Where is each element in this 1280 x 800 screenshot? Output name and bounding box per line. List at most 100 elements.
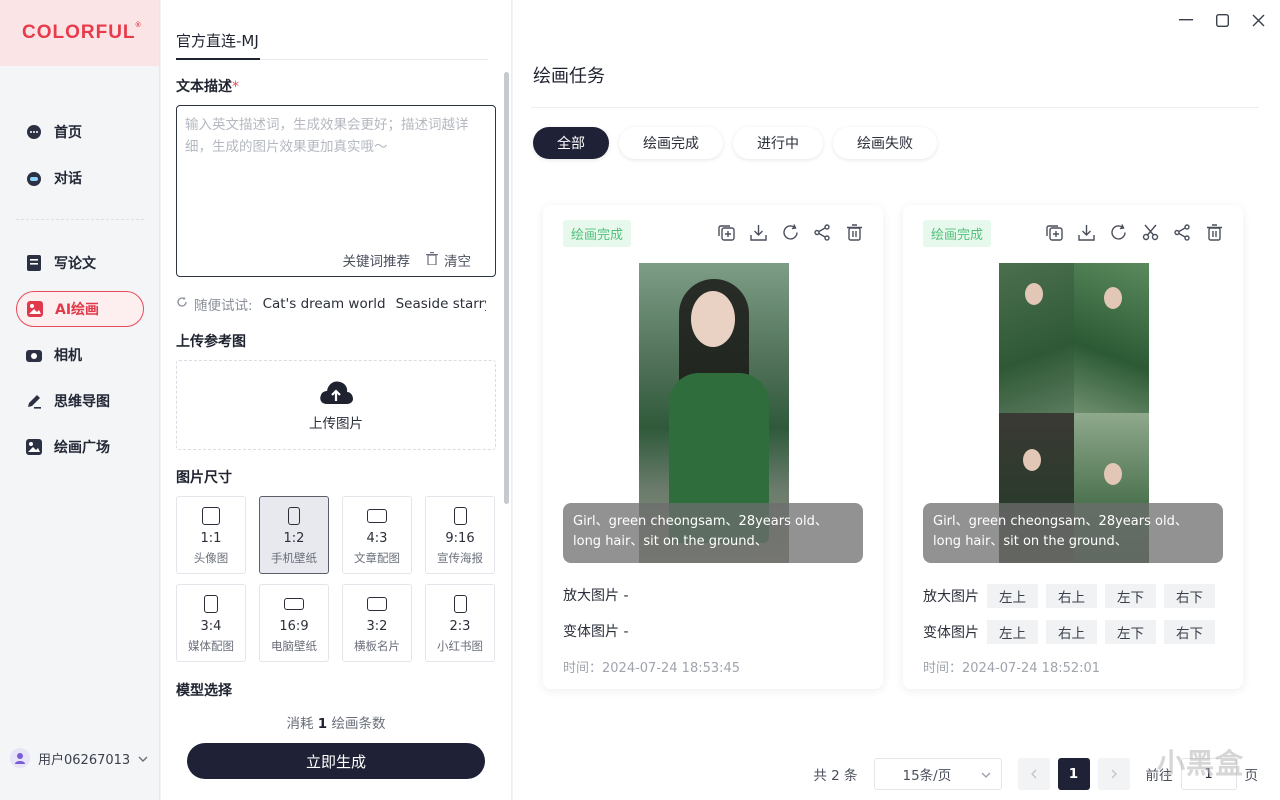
size-option-1-1[interactable]: 1:1 头像图	[176, 496, 246, 574]
task-card: 绘画完成 Girl、green cheongsam、28years old、lo…	[543, 205, 883, 689]
task-panel: 绘画任务 全部 绘画完成 进行中 绘画失败 绘画完成 Girl、green ch…	[513, 0, 1280, 800]
trash-icon[interactable]	[1205, 223, 1223, 241]
title-divider	[531, 107, 1259, 108]
filter-failed[interactable]: 绘画失败	[833, 127, 937, 159]
variant-bottom-left-button[interactable]: 左下	[1105, 620, 1156, 644]
nav-label: 相机	[54, 348, 82, 364]
landscape-shape-icon	[367, 509, 387, 523]
prev-page-button[interactable]	[1017, 758, 1050, 790]
size-option-16-9[interactable]: 16:9 电脑壁纸	[259, 584, 329, 662]
nav-label: 对话	[54, 171, 82, 187]
sidebar: COLORFUL® 首页 对话 写论文 AI绘画 相机 思维导图 绘画广场 用户…	[0, 0, 160, 800]
tab-official-mj[interactable]: 官方直连-MJ	[176, 30, 259, 51]
variant-bottom-right-button[interactable]: 右下	[1164, 620, 1215, 644]
portrait-shape-icon	[453, 507, 467, 525]
copy-icon[interactable]	[1045, 223, 1063, 241]
share-icon[interactable]	[813, 223, 831, 241]
drawing-form: 官方直连-MJ 文本描述* 输入英文描述词，生成效果会更好；描述词越详细，生成的…	[161, 0, 512, 800]
try-chip[interactable]: Cat's dream world	[263, 296, 386, 312]
variant-top-right-button[interactable]: 右上	[1046, 620, 1097, 644]
nav-label: 思维导图	[54, 394, 110, 410]
upload-text: 上传图片	[309, 416, 363, 432]
nav-item-ai-drawing[interactable]: AI绘画	[16, 291, 144, 327]
filter-in-progress[interactable]: 进行中	[733, 127, 823, 159]
tab-rule	[260, 59, 488, 60]
nav-item-paper[interactable]: 写论文	[16, 245, 144, 281]
variant-row: 变体图片 -	[563, 624, 629, 640]
robot-icon	[26, 170, 42, 186]
chevron-down-icon	[138, 751, 148, 766]
landscape-shape-icon	[367, 597, 387, 611]
filter-completed[interactable]: 绘画完成	[619, 127, 723, 159]
size-option-2-3[interactable]: 2:3 小红书图	[425, 584, 495, 662]
next-page-button[interactable]	[1097, 758, 1130, 790]
nav-item-chat[interactable]: 对话	[16, 160, 144, 196]
nav-item-gallery[interactable]: 绘画广场	[16, 429, 144, 465]
page-number-current[interactable]: 1	[1057, 758, 1090, 790]
total-count: 共 2 条	[813, 768, 858, 784]
brand-logo[interactable]: COLORFUL®	[22, 22, 142, 44]
status-filter-tabs: 全部 绘画完成 进行中 绘画失败	[533, 127, 937, 159]
prompt-caption: Girl、green cheongsam、28years old、long ha…	[923, 503, 1223, 563]
nav-item-camera[interactable]: 相机	[16, 337, 144, 373]
clear-button[interactable]: 清空	[426, 250, 471, 270]
trash-icon	[426, 251, 438, 269]
generate-button[interactable]: 立即生成	[187, 743, 485, 779]
upload-dropzone[interactable]: 上传图片	[176, 360, 496, 450]
cloud-upload-icon	[320, 381, 353, 404]
minimize-icon[interactable]	[1178, 12, 1194, 28]
copy-icon[interactable]	[717, 223, 735, 241]
size-option-3-2[interactable]: 3:2 横板名片	[342, 584, 412, 662]
refresh-icon[interactable]	[176, 296, 188, 312]
size-option-4-3[interactable]: 4:3 文章配图	[342, 496, 412, 574]
upscale-bottom-right-button[interactable]: 右下	[1164, 584, 1215, 608]
size-option-1-2[interactable]: 1:2 手机壁纸	[259, 496, 329, 574]
user-menu[interactable]: 用户06267013	[10, 748, 148, 768]
prompt-placeholder: 输入英文描述词，生成效果会更好；描述词越详细，生成的图片效果更加真实哦～	[185, 117, 469, 155]
refresh-icon[interactable]	[1109, 223, 1127, 241]
nav-label: 绘画广场	[54, 440, 110, 456]
size-label: 图片尺寸	[176, 470, 232, 486]
size-grid: 1:1 头像图 1:2 手机壁纸 4:3 文章配图 9:16 宣传海报 3:4 媒体配图 …	[176, 496, 498, 662]
status-badge: 绘画完成	[923, 220, 992, 247]
upscale-top-left-button[interactable]: 左上	[987, 584, 1038, 608]
try-chip[interactable]: Seaside starry s	[396, 296, 486, 312]
chevron-right-icon	[1111, 769, 1117, 779]
page-size-select[interactable]: 15条/页	[873, 758, 1002, 790]
prompt-label: 文本描述*	[176, 79, 239, 95]
logo-area: COLORFUL®	[0, 0, 159, 66]
form-scrollbar[interactable]	[504, 72, 509, 504]
keyword-recommend-button[interactable]: 关键词推荐	[343, 250, 411, 270]
prompt-textarea[interactable]: 输入英文描述词，生成效果会更好；描述词越详细，生成的图片效果更加真实哦～ 关键词…	[176, 105, 496, 277]
trash-icon[interactable]	[845, 223, 863, 241]
refresh-icon[interactable]	[781, 223, 799, 241]
scissors-icon[interactable]	[1141, 223, 1159, 241]
download-icon[interactable]	[749, 223, 767, 241]
card-toolbar	[717, 223, 863, 241]
filter-all[interactable]: 全部	[533, 127, 609, 159]
upscale-top-right-button[interactable]: 右上	[1046, 584, 1097, 608]
size-option-3-4[interactable]: 3:4 媒体配图	[176, 584, 246, 662]
variant-row: 变体图片 左上 右上 左下 右下	[923, 620, 1215, 644]
nav-item-mindmap[interactable]: 思维导图	[16, 383, 144, 419]
nav-label: AI绘画	[55, 302, 100, 318]
upscale-row: 放大图片 -	[563, 588, 629, 604]
download-icon[interactable]	[1077, 223, 1095, 241]
camera-icon	[26, 347, 42, 363]
chat-bubble-icon	[26, 124, 42, 140]
chevron-down-icon	[981, 766, 991, 782]
portrait-shape-icon	[453, 595, 467, 613]
upscale-bottom-left-button[interactable]: 左下	[1105, 584, 1156, 608]
page-unit: 页	[1244, 768, 1259, 784]
nav-item-home[interactable]: 首页	[16, 114, 144, 150]
close-icon[interactable]	[1250, 12, 1266, 28]
upload-label: 上传参考图	[176, 334, 246, 350]
user-name: 用户06267013	[38, 752, 131, 768]
variant-top-left-button[interactable]: 左上	[987, 620, 1038, 644]
size-option-9-16[interactable]: 9:16 宣传海报	[425, 496, 495, 574]
status-badge: 绘画完成	[563, 220, 632, 247]
gallery-icon	[26, 439, 42, 455]
maximize-icon[interactable]	[1214, 12, 1230, 28]
portrait-shape-icon	[204, 595, 218, 613]
share-icon[interactable]	[1173, 223, 1191, 241]
